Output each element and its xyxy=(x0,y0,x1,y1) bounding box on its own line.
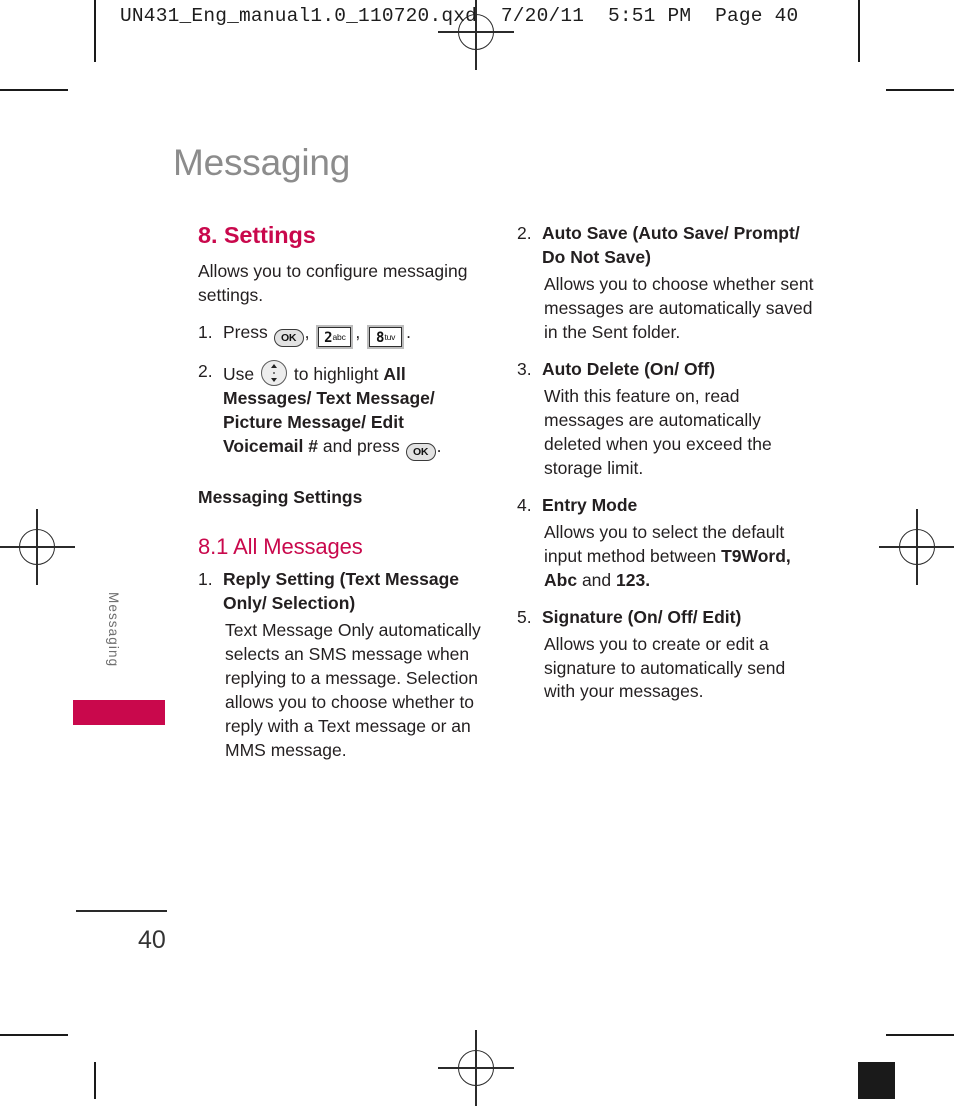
step-2-period: . xyxy=(436,435,442,456)
item-title: Auto Delete (On/ Off) xyxy=(542,358,716,379)
page-number: 40 xyxy=(138,926,166,954)
crop-mark-top-left-horizontal xyxy=(0,89,68,91)
crop-mark-top-right-vertical xyxy=(858,0,860,62)
keypad-2-digit: 2 xyxy=(324,329,333,346)
step-1-comma-2: , xyxy=(355,321,361,342)
crop-mark-top-right-horizontal xyxy=(886,89,954,91)
list-item: 3. Auto Delete (On/ Off) With this featu… xyxy=(517,358,817,481)
item-description: With this feature on, read messages are … xyxy=(544,385,772,478)
step-item-1: 1. Press OK, 2abc, 8tuv. xyxy=(198,321,483,347)
keypad-8-icon: 8tuv xyxy=(369,326,403,347)
ok-key-icon-2: OK xyxy=(405,442,436,461)
item-title: Entry Mode xyxy=(542,494,638,515)
item-description: Text Message Only automatically selects … xyxy=(225,619,481,760)
settings-steps-list: 1. Press OK, 2abc, 8tuv. 2. Use to highl… xyxy=(198,321,483,461)
item-description: Allows you to choose whether sent messag… xyxy=(544,273,814,342)
list-item: 1. Reply Setting (Text Message Only/ Sel… xyxy=(198,568,483,763)
item-description: Allows you to create or edit a signature… xyxy=(544,633,786,702)
section-intro-text: Allows you to configure messaging settin… xyxy=(198,261,468,305)
entry-mode-bold-2: 123 xyxy=(616,569,646,590)
step-1-period: . xyxy=(406,321,411,342)
item-number: 2. xyxy=(517,223,532,243)
registration-mark-right-center xyxy=(879,509,954,585)
step-1-comma-1: , xyxy=(304,321,310,342)
page-slug-header: UN431_Eng_manual1.0_110720.qxd 7/20/11 5… xyxy=(120,5,799,27)
right-column: 2. Auto Save (Auto Save/ Prompt/ Do Not … xyxy=(517,222,817,717)
registration-mark-left-center xyxy=(0,509,75,585)
crop-mark-bottom-right-horizontal xyxy=(886,1034,954,1036)
crop-mark-bottom-left-vertical xyxy=(94,1062,96,1099)
page-title: Messaging xyxy=(173,142,351,183)
settings-options-list: 2. Auto Save (Auto Save/ Prompt/ Do Not … xyxy=(517,222,817,704)
crop-mark-bottom-left-horizontal xyxy=(0,1034,68,1036)
keypad-2-icon: 2abc xyxy=(318,326,352,347)
crop-mark-top-left-vertical xyxy=(94,0,96,62)
step-2-text-tail: and press xyxy=(322,435,400,456)
ok-key-icon: OK xyxy=(273,328,304,347)
side-tab-label: Messaging xyxy=(106,592,121,668)
footer-divider xyxy=(76,910,167,912)
item-number: 1. xyxy=(198,568,213,589)
entry-mode-desc-mid: and xyxy=(581,569,612,590)
item-title: Signature (On/ Off/ Edit) xyxy=(542,606,742,627)
step-2-text-before: Use xyxy=(223,363,255,384)
crop-mark-bottom-right-vertical xyxy=(858,1062,895,1099)
section-heading-settings: 8. Settings xyxy=(198,222,316,248)
step-2-text-mid: to highlight xyxy=(293,363,379,384)
step-number-1: 1. xyxy=(198,321,213,342)
left-column: 8. Settings Allows you to configure mess… xyxy=(198,222,483,776)
step-1-text-before: Press xyxy=(223,321,268,342)
registration-mark-bottom-center xyxy=(438,1030,514,1106)
item-description: Allows you to select the default input m… xyxy=(542,521,817,593)
step-item-2: 2. Use to highlight All Messages/ Text M… xyxy=(198,359,483,461)
list-item: 4. Entry Mode Allows you to select the d… xyxy=(517,494,817,593)
item-title: Reply Setting (Text Message Only/ Select… xyxy=(223,568,459,613)
navigation-key-icon xyxy=(261,359,287,386)
keypad-2-letters: abc xyxy=(332,331,346,342)
subsection-heading-all-messages: 8.1 All Messages xyxy=(198,533,363,559)
list-item: 5. Signature (On/ Off/ Edit) Allows you … xyxy=(517,606,817,705)
item-number: 4. xyxy=(517,494,532,515)
side-tab-marker xyxy=(73,700,165,725)
subsection-heading-messaging-settings: Messaging Settings xyxy=(198,486,363,507)
list-item: 2. Auto Save (Auto Save/ Prompt/ Do Not … xyxy=(517,222,817,345)
step-number-2: 2. xyxy=(198,360,213,381)
keypad-8-letters: tuv xyxy=(384,331,396,342)
item-title: Auto Save (Auto Save/ Prompt/ Do Not Sav… xyxy=(542,223,800,267)
all-messages-items-list: 1. Reply Setting (Text Message Only/ Sel… xyxy=(198,568,483,763)
item-number: 3. xyxy=(517,358,532,379)
entry-mode-desc-end: . xyxy=(645,569,651,590)
item-number: 5. xyxy=(517,606,532,627)
